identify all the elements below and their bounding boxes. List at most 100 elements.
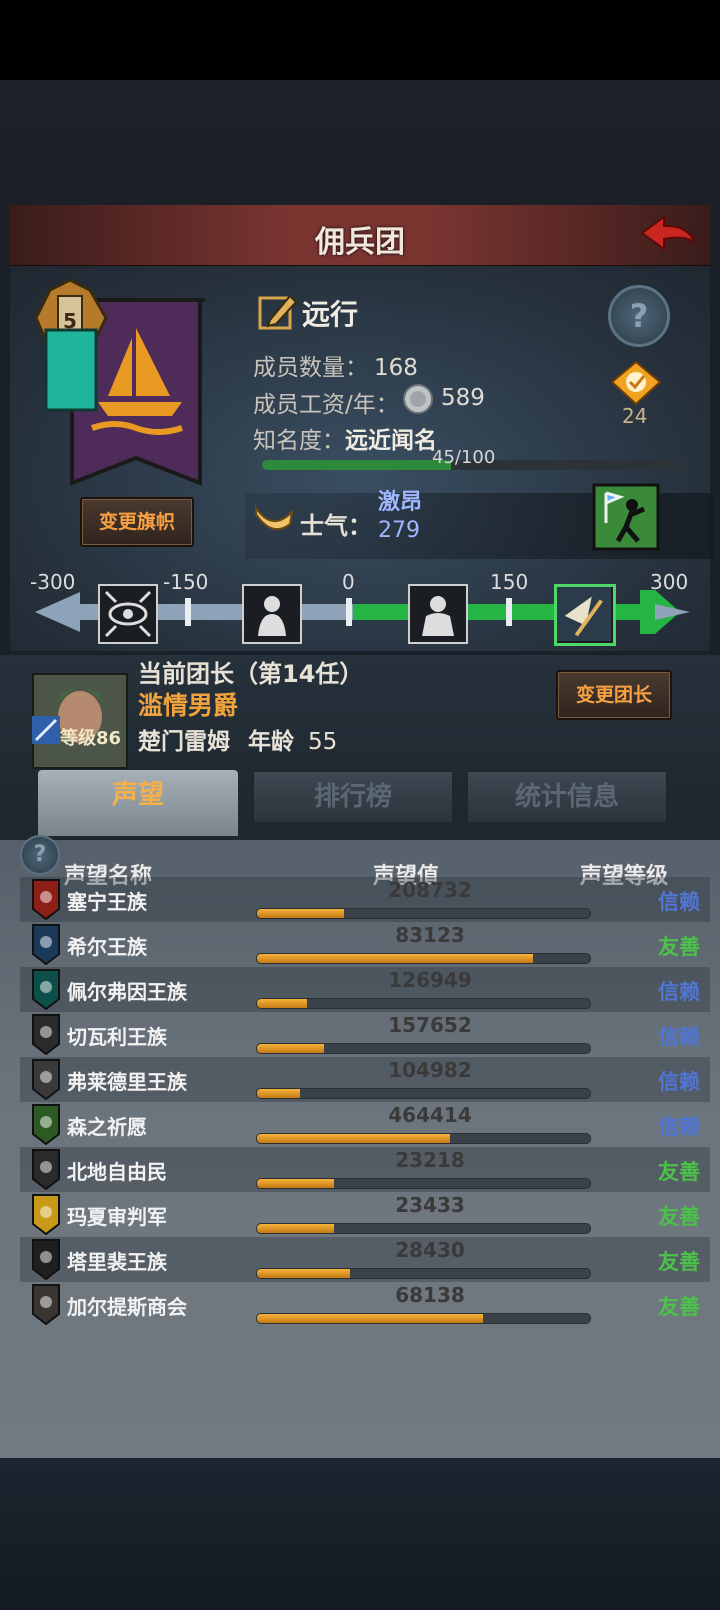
- faction-reputation-value: 83123: [395, 923, 465, 947]
- faction-shield-icon: [32, 879, 60, 920]
- faction-shield-icon: [32, 1014, 60, 1055]
- reputation-row[interactable]: 塔里裴王族 28430 友善: [20, 1237, 710, 1282]
- edit-name-icon[interactable]: [258, 292, 298, 332]
- faction-reputation-fill: [257, 1224, 334, 1233]
- faction-name: 佩尔弗因王族: [67, 980, 187, 1004]
- back-arrow-icon[interactable]: [638, 213, 698, 257]
- mood-despair-icon[interactable]: [242, 584, 302, 644]
- faction-reputation-value: 28430: [395, 1238, 465, 1262]
- faction-name: 塞宁王族: [67, 890, 147, 914]
- change-banner-button[interactable]: 变更旗帜: [80, 497, 194, 547]
- faction-reputation-value: 104982: [388, 1058, 472, 1082]
- tab-reputation[interactable]: 声望: [38, 770, 238, 836]
- mood-paranoid-icon[interactable]: [98, 584, 158, 644]
- morale-status-icon[interactable]: [592, 483, 660, 551]
- faction-name: 加尔提斯商会: [67, 1295, 187, 1319]
- leader-heading: 当前团长（第14任）: [138, 660, 364, 688]
- reputation-row[interactable]: 加尔提斯商会 68138 友善: [20, 1282, 710, 1327]
- reputation-row[interactable]: 切瓦利王族 157652 信赖: [20, 1012, 710, 1057]
- reputation-row[interactable]: 森之祈愿 464414 信赖: [20, 1102, 710, 1147]
- help-button[interactable]: ?: [608, 285, 670, 347]
- faction-name: 北地自由民: [67, 1160, 167, 1184]
- faction-reputation-level: 友善: [658, 1160, 700, 1184]
- tab-statistics[interactable]: 统计信息: [466, 770, 668, 824]
- leader-age-label: 年龄: [248, 729, 295, 755]
- reputation-help-button[interactable]: ?: [20, 835, 60, 875]
- morale-tick-label: -300: [30, 570, 76, 594]
- reputation-row[interactable]: 玛夏审判军 23433 友善: [20, 1192, 710, 1237]
- company-name[interactable]: 远行: [302, 293, 358, 333]
- faction-reputation-bar: [256, 1223, 591, 1234]
- company-rank-emblem-icon: 5: [34, 278, 108, 412]
- faction-shield-icon: [32, 1059, 60, 1100]
- morale-tick-label: 150: [490, 570, 529, 594]
- faction-shield-icon: [32, 1149, 60, 1190]
- morale-tick-label: 300: [650, 570, 689, 594]
- faction-reputation-value: 464414: [388, 1103, 472, 1127]
- faction-reputation-level: 信赖: [658, 980, 700, 1004]
- tab-ranking[interactable]: 排行榜: [252, 770, 454, 824]
- faction-reputation-value: 157652: [388, 1013, 472, 1037]
- faction-reputation-bar: [256, 998, 591, 1009]
- members-value: 168: [374, 355, 418, 381]
- morale-tick-label: 0: [342, 570, 355, 594]
- faction-reputation-fill: [257, 1269, 351, 1278]
- faction-reputation-fill: [257, 1179, 334, 1188]
- faction-shield-icon: [32, 1194, 60, 1235]
- reputation-row[interactable]: 北地自由民 23218 友善: [20, 1147, 710, 1192]
- faction-shield-icon: [32, 1104, 60, 1145]
- faction-reputation-bar: [256, 1313, 591, 1324]
- reputation-row[interactable]: 弗莱德里王族 104982 信赖: [20, 1057, 710, 1102]
- leader-level: 等级86: [60, 728, 122, 749]
- page-title: 佣兵团: [315, 225, 405, 260]
- faction-reputation-bar: [256, 1043, 591, 1054]
- faction-reputation-fill: [257, 1314, 484, 1323]
- faction-reputation-level: 信赖: [658, 1025, 700, 1049]
- faction-reputation-value: 23433: [395, 1193, 465, 1217]
- leader-title: 滥情男爵: [138, 691, 239, 720]
- reputation-row[interactable]: 塞宁王族 208732 信赖: [20, 877, 710, 922]
- faction-reputation-bar: [256, 1133, 591, 1144]
- faction-reputation-bar: [256, 1178, 591, 1189]
- mood-excited-icon[interactable]: [554, 584, 616, 646]
- faction-reputation-fill: [257, 1134, 451, 1143]
- faction-reputation-level: 信赖: [658, 1115, 700, 1139]
- faction-reputation-level: 友善: [658, 1250, 700, 1274]
- faction-reputation-fill: [257, 1044, 324, 1053]
- faction-name: 希尔王族: [67, 935, 147, 959]
- faction-reputation-value: 208732: [388, 878, 472, 902]
- wage-label: 成员工资/年：: [253, 392, 399, 418]
- faction-reputation-value: 23218: [395, 1148, 465, 1172]
- horn-icon: [255, 504, 294, 531]
- change-leader-button[interactable]: 变更团长: [556, 670, 672, 720]
- faction-reputation-level: 友善: [658, 1295, 700, 1319]
- faction-reputation-value: 68138: [395, 1283, 465, 1307]
- emblem-number: 5: [63, 309, 77, 333]
- wage-value: 589: [441, 385, 485, 411]
- title-bar: 佣兵团: [10, 205, 710, 267]
- faction-reputation-fill: [257, 954, 534, 963]
- reputation-row[interactable]: 佩尔弗因王族 126949 信赖: [20, 967, 710, 1012]
- faction-name: 玛夏审判军: [67, 1205, 167, 1229]
- members-label: 成员数量：: [253, 355, 368, 381]
- mood-calm-icon[interactable]: [408, 584, 468, 644]
- morale-label: 士气：: [300, 512, 372, 540]
- renown-progress-text: 45/100: [432, 447, 496, 468]
- badge-count: 24: [622, 404, 648, 428]
- faction-reputation-level: 信赖: [658, 890, 700, 914]
- faction-name: 切瓦利王族: [67, 1025, 167, 1049]
- faction-reputation-bar: [256, 1088, 591, 1099]
- faction-reputation-bar: [256, 908, 591, 919]
- faction-shield-icon: [32, 1284, 60, 1325]
- faction-shield-icon: [32, 1239, 60, 1280]
- reputation-row[interactable]: 希尔王族 83123 友善: [20, 922, 710, 967]
- leader-name: 楚门雷姆: [138, 729, 230, 755]
- achievement-badge-icon[interactable]: [608, 360, 664, 406]
- morale-value: 279: [378, 518, 420, 543]
- faction-reputation-level: 友善: [658, 935, 700, 959]
- faction-reputation-level: 友善: [658, 1205, 700, 1229]
- morale-tick-label: -150: [163, 570, 209, 594]
- silver-coin-icon: [403, 384, 433, 414]
- faction-shield-icon: [32, 969, 60, 1010]
- faction-reputation-fill: [257, 1089, 301, 1098]
